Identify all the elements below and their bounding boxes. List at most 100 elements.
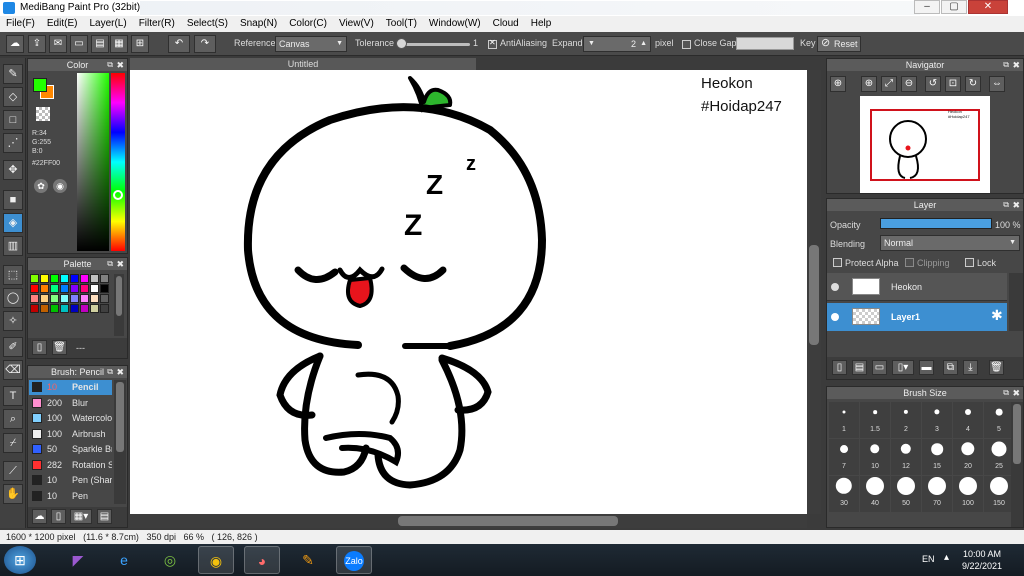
chevron-down-icon[interactable]: ▼ [588, 37, 595, 51]
magic-wand-tool-icon[interactable]: ✧ [3, 311, 23, 331]
select-eraser-tool-icon[interactable]: ⌫ [3, 360, 23, 380]
brush-menu-icon[interactable]: ▦▾ [70, 509, 92, 524]
brush-item[interactable]: 100 Airbrush [29, 427, 112, 442]
dot-tool-icon[interactable]: ⋰ [3, 133, 23, 153]
menu-snap[interactable]: Snap(N) [240, 16, 277, 32]
palette-swatch[interactable] [30, 284, 39, 293]
menu-edit[interactable]: Edit(E) [47, 16, 78, 32]
brush-size-cell[interactable]: 15 [922, 439, 952, 475]
trash-icon[interactable]: 🗑 [52, 340, 67, 355]
fit-icon[interactable]: ⤢ [881, 76, 897, 92]
canvas-tab[interactable]: Untitled [130, 58, 476, 70]
transparent-swatch[interactable] [36, 107, 50, 121]
medibang-icon[interactable]: ◕ [244, 546, 280, 574]
visual-studio-icon[interactable]: ◤ [60, 546, 96, 574]
palette-swatch[interactable] [70, 274, 79, 283]
palette-swatch[interactable] [90, 274, 99, 283]
visibility-eye-icon[interactable] [831, 283, 839, 291]
palette-swatch[interactable] [40, 294, 49, 303]
brush-settings-icon[interactable]: ▤ [97, 509, 112, 524]
select-pen-tool-icon[interactable]: ✐ [3, 337, 23, 357]
language-indicator[interactable]: EN [922, 554, 935, 564]
brush-size-cell[interactable]: 4 [953, 402, 983, 438]
close-gaps-checkbox[interactable] [682, 40, 691, 49]
brush-item[interactable]: 100 Watercolor [29, 411, 112, 426]
visibility-eye-icon[interactable] [831, 313, 839, 321]
palette-swatch[interactable] [70, 294, 79, 303]
menu-window[interactable]: Window(W) [429, 16, 481, 32]
layer-list-scrollbar[interactable] [1009, 273, 1023, 331]
palette-swatch[interactable] [90, 294, 99, 303]
brush-size-cell[interactable]: 12 [891, 439, 921, 475]
rotate-left-icon[interactable]: ↺ [925, 76, 941, 92]
palette-swatch[interactable] [80, 294, 89, 303]
tolerance-slider-track[interactable] [398, 43, 470, 46]
redo-icon[interactable]: ↷ [194, 35, 216, 53]
palette-swatch[interactable] [60, 304, 69, 313]
reference-select[interactable]: Canvas ▼ [275, 36, 347, 52]
brush-size-cell[interactable]: 1.5 [860, 402, 890, 438]
brush-size-cell[interactable]: 5 [984, 402, 1014, 438]
add-brush-icon[interactable]: ▯ [51, 509, 66, 524]
palette-swatch[interactable] [60, 294, 69, 303]
select-tool-icon[interactable]: ⬚ [3, 265, 23, 285]
palette-swatch[interactable] [100, 274, 109, 283]
color-wheel-icon[interactable]: ✿ [34, 179, 48, 193]
brush-size-cell[interactable]: 25 [984, 439, 1014, 475]
brush-size-cell[interactable]: 100 [953, 476, 983, 512]
palette-swatch[interactable] [80, 274, 89, 283]
popout-icon[interactable]: ⧉ [1003, 59, 1009, 71]
brush-item[interactable]: 200 Blur [29, 396, 112, 411]
zalo-icon[interactable]: Zalo [336, 546, 372, 574]
popout-icon[interactable]: ⧉ [107, 366, 113, 378]
popout-icon[interactable]: ⧉ [107, 59, 113, 71]
protect-alpha-checkbox[interactable] [833, 258, 842, 267]
palette-swatch[interactable] [50, 304, 59, 313]
palette-swatch[interactable] [50, 284, 59, 293]
menu-filter[interactable]: Filter(R) [139, 16, 175, 32]
popout-icon[interactable]: ⧉ [107, 258, 113, 270]
grid-icon[interactable]: ▦ [110, 35, 128, 53]
hue-slider-knob[interactable] [113, 190, 123, 200]
tolerance-slider-knob[interactable] [396, 38, 407, 49]
bucket-tool-icon[interactable]: ◈ [3, 213, 23, 233]
close-icon[interactable]: ✖ [116, 59, 124, 71]
reset-button[interactable]: ⊘ Reset [817, 36, 861, 52]
brush-item[interactable]: 50 Sparkle Brush [29, 442, 112, 457]
clock[interactable]: 10:00 AM 9/22/2021 [962, 548, 1002, 572]
brush-size-cell[interactable]: 7 [829, 439, 859, 475]
save-icon[interactable]: ▤ [91, 35, 109, 53]
palette-swatch[interactable] [70, 304, 79, 313]
start-button-icon[interactable]: ⊞ [4, 546, 36, 574]
paint-icon[interactable]: ✎ [290, 546, 326, 574]
close-icon[interactable]: ✖ [1012, 59, 1020, 71]
palette-swatch[interactable] [40, 274, 49, 283]
palette-swatch[interactable] [70, 284, 79, 293]
new-halftone-layer-icon[interactable]: ▤ [852, 360, 867, 375]
canvas-vertical-scrollbar[interactable] [807, 70, 821, 514]
brush-size-cell[interactable]: 10 [860, 439, 890, 475]
drawing-canvas[interactable]: z Z Z Heokon #Hoidap247 [130, 70, 807, 514]
folder-icon[interactable]: ▬ [919, 360, 934, 375]
antialiasing-checkbox[interactable] [488, 38, 497, 49]
duplicate-layer-icon[interactable]: ⧉ [943, 360, 958, 375]
flip-icon[interactable]: ⇔ [989, 76, 1005, 92]
cloud-icon[interactable]: ☁ [6, 35, 24, 53]
palette-swatch[interactable] [60, 274, 69, 283]
menu-file[interactable]: File(F) [6, 16, 35, 32]
zoom-out-icon[interactable]: ⊖ [901, 76, 917, 92]
close-gaps-field[interactable] [736, 37, 794, 50]
brush-size-cell[interactable]: 3 [922, 402, 952, 438]
merge-down-icon[interactable]: ⤓ [963, 360, 978, 375]
close-icon[interactable]: ✖ [1012, 199, 1020, 211]
delete-layer-icon[interactable]: 🗑 [989, 360, 1004, 375]
move-tool-icon[interactable]: ✥ [3, 160, 23, 180]
share-icon[interactable]: ⇪ [28, 35, 46, 53]
reset-view-icon[interactable]: ⊡ [945, 76, 961, 92]
palette-swatch[interactable] [100, 294, 109, 303]
brush-list-scrollbar[interactable] [114, 380, 126, 504]
brush-size-cell[interactable]: 40 [860, 476, 890, 512]
chevron-up-icon[interactable]: ▲ [640, 37, 647, 51]
brush-size-cell[interactable]: 50 [891, 476, 921, 512]
operation-tool-icon[interactable]: ⌕ [3, 409, 23, 429]
